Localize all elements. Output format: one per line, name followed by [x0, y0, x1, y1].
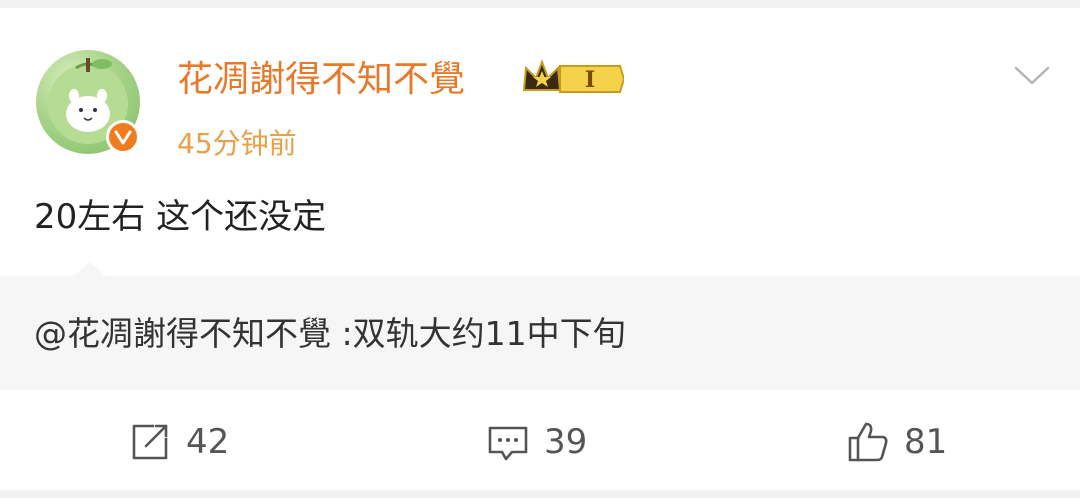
top-divider	[0, 0, 1080, 8]
comment-button[interactable]: 39	[486, 418, 587, 466]
vip-level-label: I	[585, 67, 595, 93]
like-button[interactable]: 81	[846, 418, 947, 466]
bottom-divider	[0, 490, 1080, 498]
like-count: 81	[904, 422, 948, 462]
verified-v-icon	[106, 120, 140, 154]
author-name[interactable]: 花凋謝得不知不覺	[177, 56, 465, 104]
share-icon	[132, 424, 168, 460]
post-timestamp: 45分钟前	[177, 127, 297, 160]
vip-crown-badge[interactable]: I	[520, 58, 626, 100]
repost-body-text: :双轨大约11中下旬	[331, 314, 626, 353]
repost-content[interactable]: @花凋謝得不知不覺 :双轨大约11中下旬	[34, 311, 626, 357]
avatar[interactable]	[36, 50, 140, 154]
repost-count: 42	[186, 422, 230, 462]
weibo-post-card: 花凋謝得不知不覺 I 45分钟前 20左右 这个还没定 @花凋謝得不知不覺 :双…	[0, 0, 1080, 498]
repost-mention-link[interactable]: @花凋謝得不知不覺	[34, 314, 331, 353]
comment-icon	[488, 426, 528, 461]
post-body-text: 20左右 这个还没定	[34, 197, 327, 237]
thumbs-up-icon	[848, 422, 888, 462]
comment-count: 39	[544, 422, 588, 462]
repost-button[interactable]: 42	[128, 418, 229, 466]
chevron-down-icon[interactable]	[1010, 58, 1054, 92]
